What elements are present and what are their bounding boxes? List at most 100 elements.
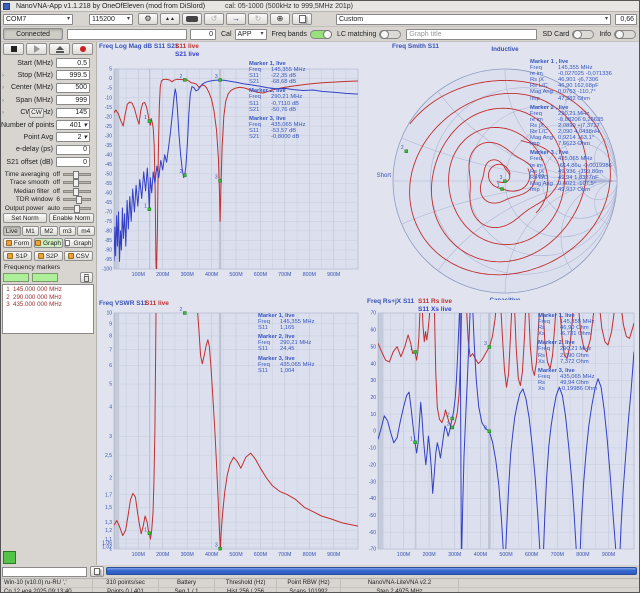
save-csv-button[interactable]: CSV bbox=[64, 251, 93, 261]
enable-norm-button[interactable]: Enable Norm bbox=[49, 213, 94, 223]
svg-text:300M: 300M bbox=[448, 552, 461, 558]
stop-mhz-input[interactable]: 999.5 bbox=[56, 70, 90, 80]
svg-text:-10: -10 bbox=[105, 95, 112, 101]
chevron-down-icon: ▾ bbox=[67, 15, 70, 24]
marker-list-item[interactable]: 2290.000 000 MHz bbox=[3, 294, 93, 302]
save-s1p-button[interactable]: S1P bbox=[3, 251, 32, 261]
window-title: NanoVNA-App v1.1.218 by OneOfEleven (mod… bbox=[16, 3, 205, 10]
app-window: NanoVNA-App v1.1.218 by OneOfEleven (mod… bbox=[0, 0, 640, 593]
screenshot-button[interactable] bbox=[292, 13, 312, 25]
svg-text:-90: -90 bbox=[105, 248, 112, 254]
cal-offset-field[interactable]: 0 bbox=[190, 29, 216, 40]
svg-text:1,3: 1,3 bbox=[105, 520, 112, 526]
number-of-points-input[interactable]: 401▾ bbox=[56, 120, 90, 130]
e-delay-ps-input[interactable]: 0 bbox=[56, 145, 90, 155]
command-field[interactable] bbox=[67, 29, 187, 40]
marker-list-item[interactable]: 3435.000 000 MHz bbox=[3, 301, 93, 309]
com-port-select[interactable]: COM7 ▾ bbox=[3, 14, 73, 25]
baud-rate-select[interactable]: 115200 ▾ bbox=[89, 14, 133, 25]
redo-button[interactable]: ↻ bbox=[248, 13, 268, 25]
stop-button[interactable] bbox=[3, 43, 24, 55]
memory-tab-m4[interactable]: m4 bbox=[77, 226, 95, 236]
slider-knob[interactable] bbox=[74, 205, 80, 213]
slider-knob[interactable] bbox=[73, 179, 79, 187]
save-graph-button-2[interactable]: Graph bbox=[64, 238, 93, 248]
autoscale-button[interactable]: ▲▲ bbox=[160, 13, 180, 25]
svg-text:50: 50 bbox=[370, 344, 376, 350]
graph-title-input[interactable]: Graph title bbox=[406, 29, 537, 40]
sd-card-toggle[interactable] bbox=[572, 30, 594, 39]
svg-text:1: 1 bbox=[144, 203, 147, 209]
rsjx-marker-readout: Marker 1, liveFreq145,355 MHzRs46,90 Ohm… bbox=[538, 313, 597, 395]
record-icon bbox=[80, 46, 86, 52]
scale-value-field[interactable]: 0,66 bbox=[615, 14, 637, 25]
svg-text:3: 3 bbox=[215, 175, 218, 181]
vswr-plot[interactable]: 1098765432,521,71,51,31,21,11,061,021100… bbox=[97, 297, 362, 565]
median-filter-slider[interactable] bbox=[63, 190, 91, 193]
point-avg-input[interactable]: 2▾ bbox=[56, 132, 90, 142]
svg-text:500M: 500M bbox=[229, 552, 242, 558]
gear-icon: ⚙ bbox=[144, 14, 151, 24]
connected-button[interactable]: Connected bbox=[3, 28, 63, 40]
marker-color-swatch[interactable] bbox=[32, 273, 58, 282]
rsjx-plot[interactable]: 706050403020100-10-20-30-40-50-60-70100M… bbox=[362, 297, 640, 565]
record-button[interactable] bbox=[72, 43, 93, 55]
single-sweep-button[interactable] bbox=[49, 43, 70, 55]
up-arrows-icon: ▲▲ bbox=[165, 14, 175, 24]
svg-text:700M: 700M bbox=[278, 552, 291, 558]
lc-matching-toggle[interactable] bbox=[379, 30, 401, 39]
logmag-plot[interactable]: 50-5-10-15-20-25-30-35-40-45-50-55-60-65… bbox=[97, 42, 362, 297]
memory-tab-live[interactable]: Live bbox=[3, 226, 21, 236]
span-mhz-input[interactable]: 999 bbox=[56, 95, 90, 105]
start-mhz-input[interactable]: 0.5 bbox=[56, 58, 90, 68]
save-form-button-0[interactable]: Form bbox=[3, 238, 32, 248]
target-button[interactable]: ⊕ bbox=[270, 13, 290, 25]
center-mhz-input[interactable]: 500 bbox=[56, 83, 90, 93]
run-sweep-button[interactable]: → bbox=[226, 13, 246, 25]
toolbar-main: COM7 ▾ 115200 ▾ ⚙ ▲▲ ↺ → ↻ ⊕ Custom ▾ 0,… bbox=[1, 12, 639, 27]
cal-mode-select[interactable]: APP ▾ bbox=[235, 29, 267, 40]
slider-label: TDR window 6 bbox=[1, 196, 63, 203]
settings-button[interactable]: ⚙ bbox=[138, 13, 158, 25]
pause-button[interactable] bbox=[26, 43, 47, 55]
freq-bands-toggle[interactable] bbox=[310, 30, 332, 39]
time-averaging-slider[interactable] bbox=[63, 173, 91, 176]
toolbar-secondary: Connected 0 Cal APP ▾ Freq bands LC matc… bbox=[1, 27, 639, 42]
slider-knob[interactable] bbox=[73, 171, 79, 179]
marker-info-block: Marker 1, liveFreq145,355 MHzS111,165 bbox=[258, 313, 314, 331]
set-norm-button[interactable]: Set Norm bbox=[3, 213, 47, 223]
slider-knob[interactable] bbox=[76, 196, 82, 204]
svg-text:30: 30 bbox=[370, 378, 376, 384]
trace-smooth-slider[interactable] bbox=[63, 181, 91, 184]
delete-markers-button[interactable] bbox=[80, 272, 93, 283]
field-row-e-delay-ps: e-delay (ps)0 bbox=[1, 145, 96, 155]
preset-select[interactable]: Custom ▾ bbox=[336, 14, 611, 25]
svg-text:1,2: 1,2 bbox=[105, 528, 112, 534]
output-power-slider[interactable] bbox=[63, 207, 91, 210]
status-led bbox=[3, 551, 16, 564]
s21-offset-db-input[interactable]: 0 bbox=[56, 157, 90, 167]
slider-knob[interactable] bbox=[73, 188, 79, 196]
save-s2p-button[interactable]: S2P bbox=[34, 251, 63, 261]
svg-text:2: 2 bbox=[109, 476, 112, 482]
memory-tab-m2[interactable]: M2 bbox=[40, 226, 58, 236]
slider-row-median-filter: Median filter off bbox=[1, 187, 96, 195]
info-toggle[interactable] bbox=[614, 30, 636, 39]
display-button[interactable] bbox=[182, 13, 202, 25]
svg-text:0: 0 bbox=[373, 429, 376, 435]
frequency-marker-list[interactable]: 1145.000 000 MHz2290.000 000 MHz3435.000… bbox=[2, 284, 94, 334]
bottom-text-field[interactable] bbox=[2, 567, 87, 577]
status-cell bbox=[459, 579, 639, 587]
memory-tab-m1[interactable]: M1 bbox=[22, 226, 40, 236]
marker-list-item[interactable]: 1145.000 000 MHz bbox=[3, 286, 93, 294]
cw-mode-button[interactable]: CW bbox=[29, 108, 44, 118]
marker-color-swatch[interactable] bbox=[3, 273, 29, 282]
undo-button[interactable]: ↺ bbox=[204, 13, 224, 25]
cw-mhz-input[interactable]: 145 bbox=[56, 108, 90, 118]
save-graph-button-1[interactable]: Graph bbox=[34, 238, 63, 248]
tdr-window-slider[interactable] bbox=[63, 198, 91, 201]
svg-text:3: 3 bbox=[109, 434, 112, 440]
copy-progress-button[interactable] bbox=[90, 566, 104, 577]
memory-tab-m3[interactable]: m3 bbox=[59, 226, 77, 236]
title-bar[interactable]: NanoVNA-App v1.1.218 by OneOfEleven (mod… bbox=[1, 1, 639, 12]
